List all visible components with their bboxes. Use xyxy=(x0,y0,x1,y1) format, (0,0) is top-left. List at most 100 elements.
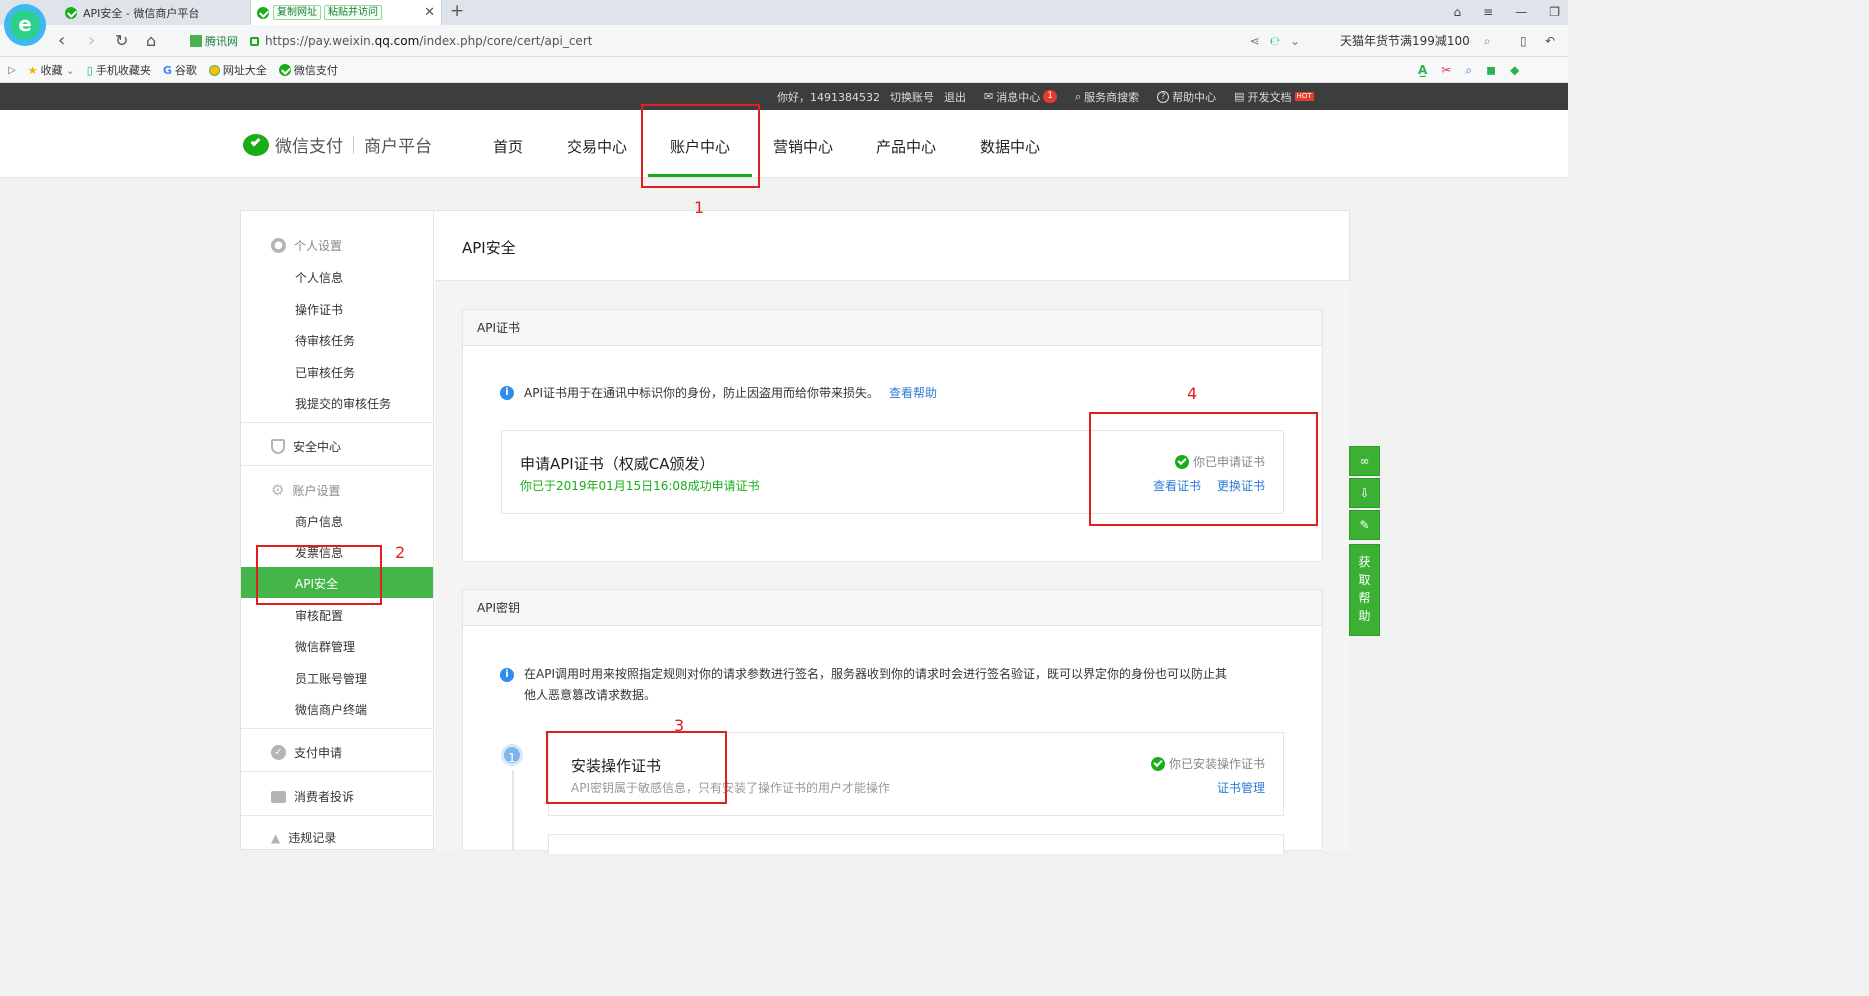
minimize-icon[interactable]: — xyxy=(1515,0,1527,25)
cert-management-link[interactable]: 证书管理 xyxy=(1217,779,1265,796)
tab-title: API安全 - 微信商户平台 xyxy=(83,6,200,20)
search-icon: ⌕ xyxy=(1074,89,1082,103)
nav-data-center[interactable]: 数据中心 xyxy=(980,110,1040,178)
shield-icon[interactable]: ◆ xyxy=(1510,63,1519,77)
api-cert-date: 你已于2019年01月15日16:08成功申请证书 xyxy=(520,479,760,493)
annotation-box-1 xyxy=(641,104,760,188)
nav-product-center[interactable]: 产品中心 xyxy=(876,110,936,178)
nav-trade-center[interactable]: 交易中心 xyxy=(567,110,627,178)
sidebar-item-operation-cert[interactable]: 操作证书 xyxy=(295,301,343,318)
address-bar[interactable]: 腾讯网 https://pay.weixin.qq.com/index.php/… xyxy=(190,30,1300,52)
bookmark-google[interactable]: G 谷歌 xyxy=(163,62,197,78)
nav-home[interactable]: 首页 xyxy=(493,110,523,178)
wechat-pay-icon xyxy=(278,64,291,76)
browser-e-icon[interactable]: ℮ xyxy=(1270,34,1280,48)
bookmark-favorites[interactable]: ★ 收藏 ⌄ xyxy=(28,62,75,78)
annotation-label-1: 1 xyxy=(694,198,705,217)
sidebar-item-reviewed-tasks[interactable]: 已审核任务 xyxy=(295,364,355,381)
edit-icon: ✎ xyxy=(1359,518,1370,532)
help-center-link[interactable]: ? 帮助中心 xyxy=(1157,89,1216,105)
shield-icon xyxy=(271,439,285,454)
back-icon[interactable]: ‹ xyxy=(58,25,65,57)
star-icon: ★ xyxy=(27,63,38,77)
api-cert-heading: API证书 xyxy=(463,310,1322,346)
message-icon xyxy=(271,790,286,803)
view-help-link[interactable]: 查看帮助 xyxy=(889,384,937,401)
phone-icon[interactable]: ▯ xyxy=(1520,25,1527,57)
sidebar-item-wechat-group[interactable]: 微信群管理 xyxy=(295,638,355,655)
message-count-badge: 1 xyxy=(1043,90,1057,103)
sidebar-item-personal-info[interactable]: 个人信息 xyxy=(295,269,343,286)
install-cert-status: 你已安装操作证书 xyxy=(1150,755,1265,772)
sidebar-item-complaints[interactable]: 消费者投诉 xyxy=(271,788,354,805)
logo[interactable]: 微信支付 商户平台 xyxy=(243,132,432,157)
wechat-pay-logo-icon xyxy=(243,133,269,156)
close-tab-icon[interactable]: ✕ xyxy=(424,5,435,20)
restore-icon[interactable]: ❐ xyxy=(1549,0,1560,25)
sidebar-item-pay-apply[interactable]: ✓ 支付申请 xyxy=(271,744,342,761)
sidebar-item-security-center[interactable]: 安全中心 xyxy=(271,438,341,455)
download-button[interactable]: ⇩ xyxy=(1349,478,1380,508)
globe-icon xyxy=(208,64,220,76)
reload-icon[interactable]: ↻ xyxy=(115,25,128,57)
sidebar-item-pending-tasks[interactable]: 待审核任务 xyxy=(295,332,355,349)
sidebar: ● 个人设置 个人信息 操作证书 待审核任务 已审核任务 我提交的审核任务 安全… xyxy=(241,211,434,851)
magnifier-icon[interactable]: ⌕ xyxy=(1465,63,1472,78)
sidebar-group-personal: ● 个人设置 xyxy=(271,237,342,254)
browser-tab[interactable]: API安全 - 微信商户平台 xyxy=(55,0,250,25)
sidebar-toggle-icon[interactable]: ▷ xyxy=(8,65,16,76)
api-key-info: i 在API调用时用来按照指定规则对你的请求参数进行签名，服务器收到你的请求时会… xyxy=(500,664,1227,706)
shirt-skin-icon[interactable]: ⌂ xyxy=(1454,0,1462,25)
annotation-box-2 xyxy=(256,545,382,605)
chevron-down-icon[interactable]: ⌄ xyxy=(1290,34,1300,48)
logout-link[interactable]: 退出 xyxy=(944,89,966,105)
search-icon[interactable]: ⌕ xyxy=(1484,25,1491,57)
forward-icon[interactable]: › xyxy=(88,25,95,57)
bookmark-mobile[interactable]: ▯ 手机收藏夹 xyxy=(87,62,151,78)
game-icon[interactable]: ◼ xyxy=(1486,63,1496,77)
content-panel: ● 个人设置 个人信息 操作证书 待审核任务 已审核任务 我提交的审核任务 安全… xyxy=(240,210,1350,854)
sidebar-item-staff-accounts[interactable]: 员工账号管理 xyxy=(295,670,367,687)
scissors-icon[interactable]: ✂ xyxy=(1441,63,1451,77)
wechat-pay-favicon-icon xyxy=(257,6,269,19)
bookmarks-bar: ▷ ★ 收藏 ⌄ ▯ 手机收藏夹 G 谷歌 网址大全 微信支付 A̲ ✂ ⌕ ◼ ◆ xyxy=(0,57,1568,83)
sidebar-item-merchant-info[interactable]: 商户信息 xyxy=(295,513,343,530)
translate-icon[interactable]: A̲ xyxy=(1418,63,1427,77)
get-help-button[interactable]: 获 取 帮 助 xyxy=(1349,544,1380,636)
nav-marketing-center[interactable]: 营销中心 xyxy=(773,110,833,178)
info-icon: i xyxy=(500,385,514,400)
greeting: 你好，1491384532 xyxy=(777,90,880,104)
paste-and-go-button[interactable]: 粘贴并访问 xyxy=(324,5,382,20)
site-tag[interactable]: 腾讯网 xyxy=(190,33,238,49)
switch-account-link[interactable]: 切换账号 xyxy=(890,89,934,105)
home-icon[interactable]: ⌂ xyxy=(146,25,156,57)
menu-icon[interactable]: ≡ xyxy=(1483,0,1493,25)
new-tab-button[interactable]: + xyxy=(450,1,464,21)
copy-url-button[interactable]: 复制网址 xyxy=(273,5,321,20)
sidebar-group-account: ⚙ 账户设置 xyxy=(271,481,341,499)
bookmark-wechat-pay[interactable]: 微信支付 xyxy=(278,62,338,78)
share-link-button[interactable]: ∞ xyxy=(1349,446,1380,476)
promo-link[interactable]: 天猫年货节满199减100 xyxy=(1340,25,1470,57)
sidebar-item-submitted-tasks[interactable]: 我提交的审核任务 xyxy=(295,395,391,412)
bookmark-url-directory[interactable]: 网址大全 xyxy=(208,62,267,78)
provider-search-link[interactable]: ⌕ 服务商搜索 xyxy=(1075,89,1139,105)
dev-docs-link[interactable]: ▤ 开发文档 HOT xyxy=(1234,89,1314,105)
sidebar-item-violations[interactable]: ▲ 违规记录 xyxy=(271,829,336,846)
undo-icon[interactable]: ↶ xyxy=(1545,25,1555,57)
message-center-link[interactable]: ✉ 消息中心 1 xyxy=(984,89,1057,105)
url-text[interactable]: https://pay.weixin.qq.com/index.php/core… xyxy=(265,34,592,48)
page-title: API安全 xyxy=(462,239,516,257)
annotation-box-4 xyxy=(1089,412,1318,526)
question-icon: ? xyxy=(1157,90,1170,103)
google-icon: G xyxy=(162,63,172,77)
document-icon: ▤ xyxy=(1234,90,1245,103)
browser-tab-active[interactable]: 复制网址 粘贴并访问 ✕ xyxy=(250,0,442,25)
sidebar-item-merchant-terminal[interactable]: 微信商户终端 xyxy=(295,701,367,718)
edit-feedback-button[interactable]: ✎ xyxy=(1349,510,1380,540)
browser-toolbar: ‹ › ↻ ⌂ 腾讯网 https://pay.weixin.qq.com/in… xyxy=(0,25,1568,57)
sidebar-item-review-config[interactable]: 审核配置 xyxy=(295,607,343,624)
envelope-icon: ✉ xyxy=(984,90,994,103)
browser-logo-icon[interactable]: e xyxy=(4,4,46,46)
share-icon[interactable]: ⋖ xyxy=(1250,34,1260,48)
